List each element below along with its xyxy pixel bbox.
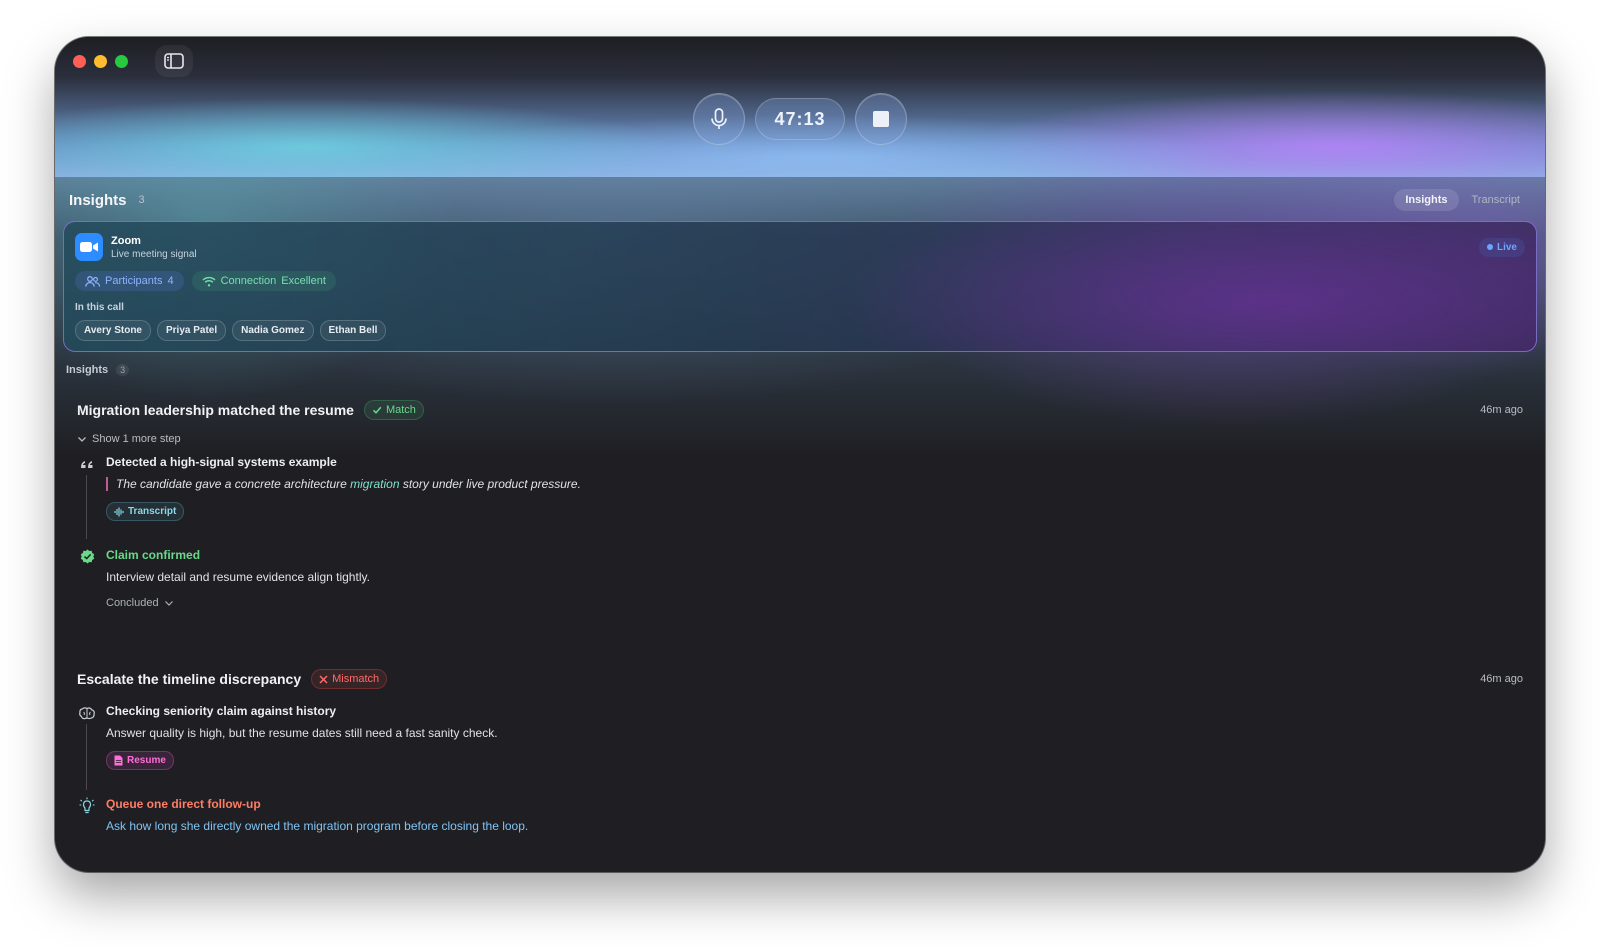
close-window-button[interactable] [73,55,86,68]
panel-count: 3 [138,194,145,206]
match-badge: Match [363,400,424,420]
match-badge-label: Match [385,404,416,416]
step-connector [86,475,87,539]
stop-icon [873,111,889,127]
chevron-down-icon [164,600,173,606]
quote-highlight: migration [350,477,400,491]
recording-controls: 47:13 [55,93,1545,145]
microphone-button[interactable] [693,93,745,145]
step-body: Interview detail and resume evidence ali… [106,569,370,584]
wifi-icon [202,276,216,286]
meeting-card: Zoom Live meeting signal Live Participan… [63,221,1537,352]
step-title: Checking seniority claim against history [106,704,337,718]
quote-text: The candidate gave a concrete architectu… [116,477,351,491]
insight-step: Claim confirmed Interview detail and res… [77,548,1523,609]
mismatch-badge: Mismatch [311,669,388,689]
check-badge-icon [79,549,95,565]
insight-step: Detected a high-signal systems example T… [77,455,1523,539]
panel-title: Insights [69,191,127,209]
participants-count: 4 [167,275,174,287]
insights-section-title: Insights [66,364,109,376]
source-label: Resume [127,755,166,766]
zoom-window-button[interactable] [115,55,128,68]
sidebar-toggle-icon [164,53,184,69]
insight-title: Escalate the timeline discrepancy [77,671,302,687]
participant-chip[interactable]: Avery Stone [75,320,151,341]
check-icon [372,406,382,414]
stop-recording-button[interactable] [855,93,907,145]
insight-step: Queue one direct follow-up Ask how long … [77,797,1523,833]
transcript-source-pill[interactable]: Transcript [106,502,185,521]
tab-insights[interactable]: Insights [1394,189,1459,211]
chevron-down-icon [78,437,86,442]
connection-value: Excellent [281,275,326,287]
show-more-label: Show 1 more step [92,433,181,445]
panel-header: Insights 3 Insights Transcript [69,185,1531,215]
evidence-quote: The candidate gave a concrete architectu… [106,477,1523,491]
insight-card: Migration leadership matched the resume … [77,399,1523,609]
document-icon [114,755,123,766]
tab-transcript[interactable]: Transcript [1461,189,1532,211]
video-camera-icon [75,233,103,261]
participant-chip[interactable]: Nadia Gomez [232,320,314,341]
resume-source-pill[interactable]: Resume [106,751,174,770]
participants-pill[interactable]: Participants 4 [75,271,184,291]
connection-label: Connection [220,275,277,287]
insights-section-count: 3 [116,364,130,376]
insight-timestamp: 46m ago [1480,673,1523,685]
show-more-steps-toggle[interactable]: Show 1 more step [77,433,1523,445]
sidebar-toggle-button[interactable] [155,45,193,77]
brain-icon [79,705,95,721]
call-timer: 47:13 [755,98,845,140]
step-connector [86,724,87,790]
step-body: Answer quality is high, but the resume d… [106,726,498,740]
in-call-label: In this call [75,302,124,313]
insights-section-label: Insights 3 [66,364,130,376]
quote-text: story under live product pressure. [399,477,581,491]
live-status-badge: Live [1478,237,1525,257]
microphone-icon [711,108,727,129]
source-label: Transcript [128,506,177,517]
participants-label: Participants [105,275,163,287]
participant-chip[interactable]: Ethan Bell [319,320,387,341]
insight-title: Migration leadership matched the resume [77,402,354,418]
step-title: Claim confirmed [106,547,201,562]
insight-step: Checking seniority claim against history… [77,704,1523,790]
concluded-dropdown[interactable]: Concluded [106,597,1523,609]
step-title: Queue one direct follow-up [106,797,261,811]
follow-up-question[interactable]: Ask how long she directly owned the migr… [106,819,1523,833]
step-title: Detected a high-signal systems example [106,455,337,469]
x-icon [319,674,328,684]
meeting-app-name: Zoom [111,234,141,247]
view-switcher: Insights Transcript [1394,189,1531,211]
insight-timestamp: 46m ago [1480,404,1523,416]
window-controls [73,55,128,68]
participant-chip[interactable]: Priya Patel [156,320,227,341]
lightbulb-icon [79,797,95,814]
minimize-window-button[interactable] [94,55,107,68]
live-status-label: Live [1496,241,1517,253]
mismatch-badge-label: Mismatch [332,673,380,685]
users-icon [85,275,100,287]
meeting-subtitle: Live meeting signal [111,248,197,260]
insight-card: Escalate the timeline discrepancy Mismat… [77,668,1523,833]
concluded-label: Concluded [106,596,159,609]
connection-pill[interactable]: Connection Excellent [191,271,336,291]
app-window: 47:13 Insights 3 Insights Transcript Zoo… [55,37,1545,872]
live-dot-icon [1486,244,1493,250]
quote-icon [79,456,95,472]
participant-list: Avery Stone Priya Patel Nadia Gomez Etha… [75,320,1525,341]
waveform-icon [114,507,124,516]
